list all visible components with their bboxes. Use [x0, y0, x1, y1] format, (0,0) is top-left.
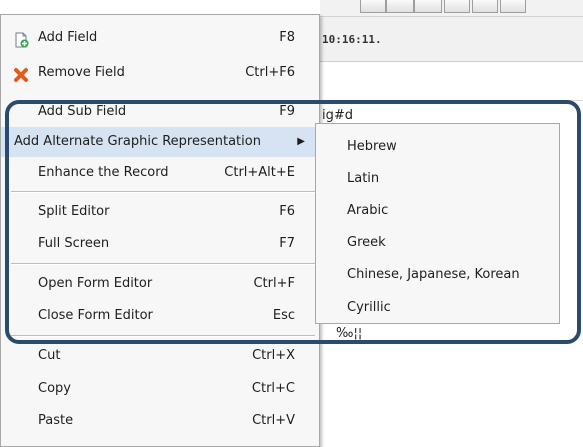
menu-separator [11, 191, 315, 193]
menu-item-shortcut: Ctrl+Alt+E [224, 165, 295, 180]
menu-item-label: Copy [38, 381, 71, 396]
record-info-bar: 10:16:11. [320, 17, 583, 62]
add-field-icon [15, 32, 29, 48]
menu-item-shortcut: Esc [272, 308, 295, 323]
submenu-item-hebrew[interactable]: Hebrew [316, 132, 559, 162]
menu-separator [11, 335, 315, 337]
menu-item-label: Open Form Editor [38, 276, 153, 291]
menu-item-shortcut: F8 [279, 30, 295, 45]
submenu-item-greek[interactable]: Greek [316, 228, 559, 258]
menu-item-add-sub-field[interactable]: Add Sub Field F9 [1, 97, 319, 127]
toolbar-button[interactable] [500, 0, 526, 13]
submenu-arrow-icon: ▶ [297, 136, 305, 147]
context-menu: Add Field F8 Remove Field Ctrl+F6 Add Su… [0, 14, 320, 447]
menu-item-split-editor[interactable]: Split Editor F6 [1, 197, 319, 227]
divider [320, 100, 583, 101]
menu-item-shortcut: F9 [279, 104, 295, 119]
submenu-item-label: Latin [347, 171, 380, 186]
toolbar-button[interactable] [472, 0, 498, 13]
toolbar-button[interactable] [360, 0, 386, 13]
menu-item-shortcut: F7 [279, 236, 295, 251]
menu-item-label: Close Form Editor [38, 308, 153, 323]
menu-item-add-field[interactable]: Add Field F8 [1, 23, 319, 53]
menu-item-shortcut: Ctrl+V [252, 413, 295, 428]
menu-item-label: Paste [38, 413, 74, 428]
menu-separator [11, 263, 315, 265]
editor-toolbar [320, 0, 583, 17]
toolbar-button[interactable] [386, 0, 414, 13]
field-value-text[interactable]: ig#d [322, 108, 353, 123]
menu-item-paste[interactable]: Paste Ctrl+V [1, 406, 319, 436]
submenu-item-label: Greek [347, 235, 386, 250]
submenu-item-label: Cyrillic [347, 300, 391, 315]
toolbar-button[interactable] [414, 0, 442, 13]
submenu-item-arabic[interactable]: Arabic [316, 196, 559, 226]
menu-item-label: Add Field [38, 30, 98, 45]
field-value-text[interactable]: ‰¦¦ [336, 326, 362, 341]
menu-item-shortcut: Ctrl+F6 [245, 65, 295, 80]
menu-item-label: Enhance the Record [38, 165, 169, 180]
menu-item-shortcut: Ctrl+X [252, 348, 295, 363]
record-timestamp: 10:16:11. [322, 33, 382, 46]
menu-item-shortcut: Ctrl+C [251, 381, 295, 396]
submenu-item-label: Arabic [347, 203, 389, 218]
menu-item-remove-field[interactable]: Remove Field Ctrl+F6 [1, 58, 319, 88]
submenu-item-cjk[interactable]: Chinese, Japanese, Korean [316, 260, 559, 290]
submenu-item-cyrillic[interactable]: Cyrillic [316, 293, 559, 323]
menu-item-shortcut: Ctrl+F [253, 276, 295, 291]
menu-item-close-form-editor[interactable]: Close Form Editor Esc [1, 301, 319, 331]
submenu-item-label: Chinese, Japanese, Korean [347, 267, 520, 282]
toolbar-button[interactable] [444, 0, 470, 13]
menu-item-full-screen[interactable]: Full Screen F7 [1, 229, 319, 259]
menu-item-label: Full Screen [38, 236, 110, 251]
menu-item-copy[interactable]: Copy Ctrl+C [1, 374, 319, 404]
menu-item-shortcut: F6 [279, 204, 295, 219]
menu-item-label: Cut [38, 348, 61, 363]
alternate-graphic-submenu: Hebrew Latin Arabic Greek Chinese, Japan… [315, 123, 560, 324]
menu-item-enhance-the-record[interactable]: Enhance the Record Ctrl+Alt+E [1, 158, 319, 188]
menu-item-add-alternate-graphic-representation[interactable]: Add Alternate Graphic Representation ▶ [1, 127, 319, 157]
menu-item-label: Split Editor [38, 204, 110, 219]
menu-item-label: Add Alternate Graphic Representation [14, 134, 261, 149]
submenu-item-latin[interactable]: Latin [316, 164, 559, 194]
submenu-item-label: Hebrew [347, 139, 397, 154]
menu-item-label: Remove Field [38, 65, 125, 80]
remove-field-icon [14, 68, 28, 82]
menu-item-open-form-editor[interactable]: Open Form Editor Ctrl+F [1, 269, 319, 299]
menu-item-cut[interactable]: Cut Ctrl+X [1, 341, 319, 371]
menu-item-label: Add Sub Field [38, 104, 127, 119]
